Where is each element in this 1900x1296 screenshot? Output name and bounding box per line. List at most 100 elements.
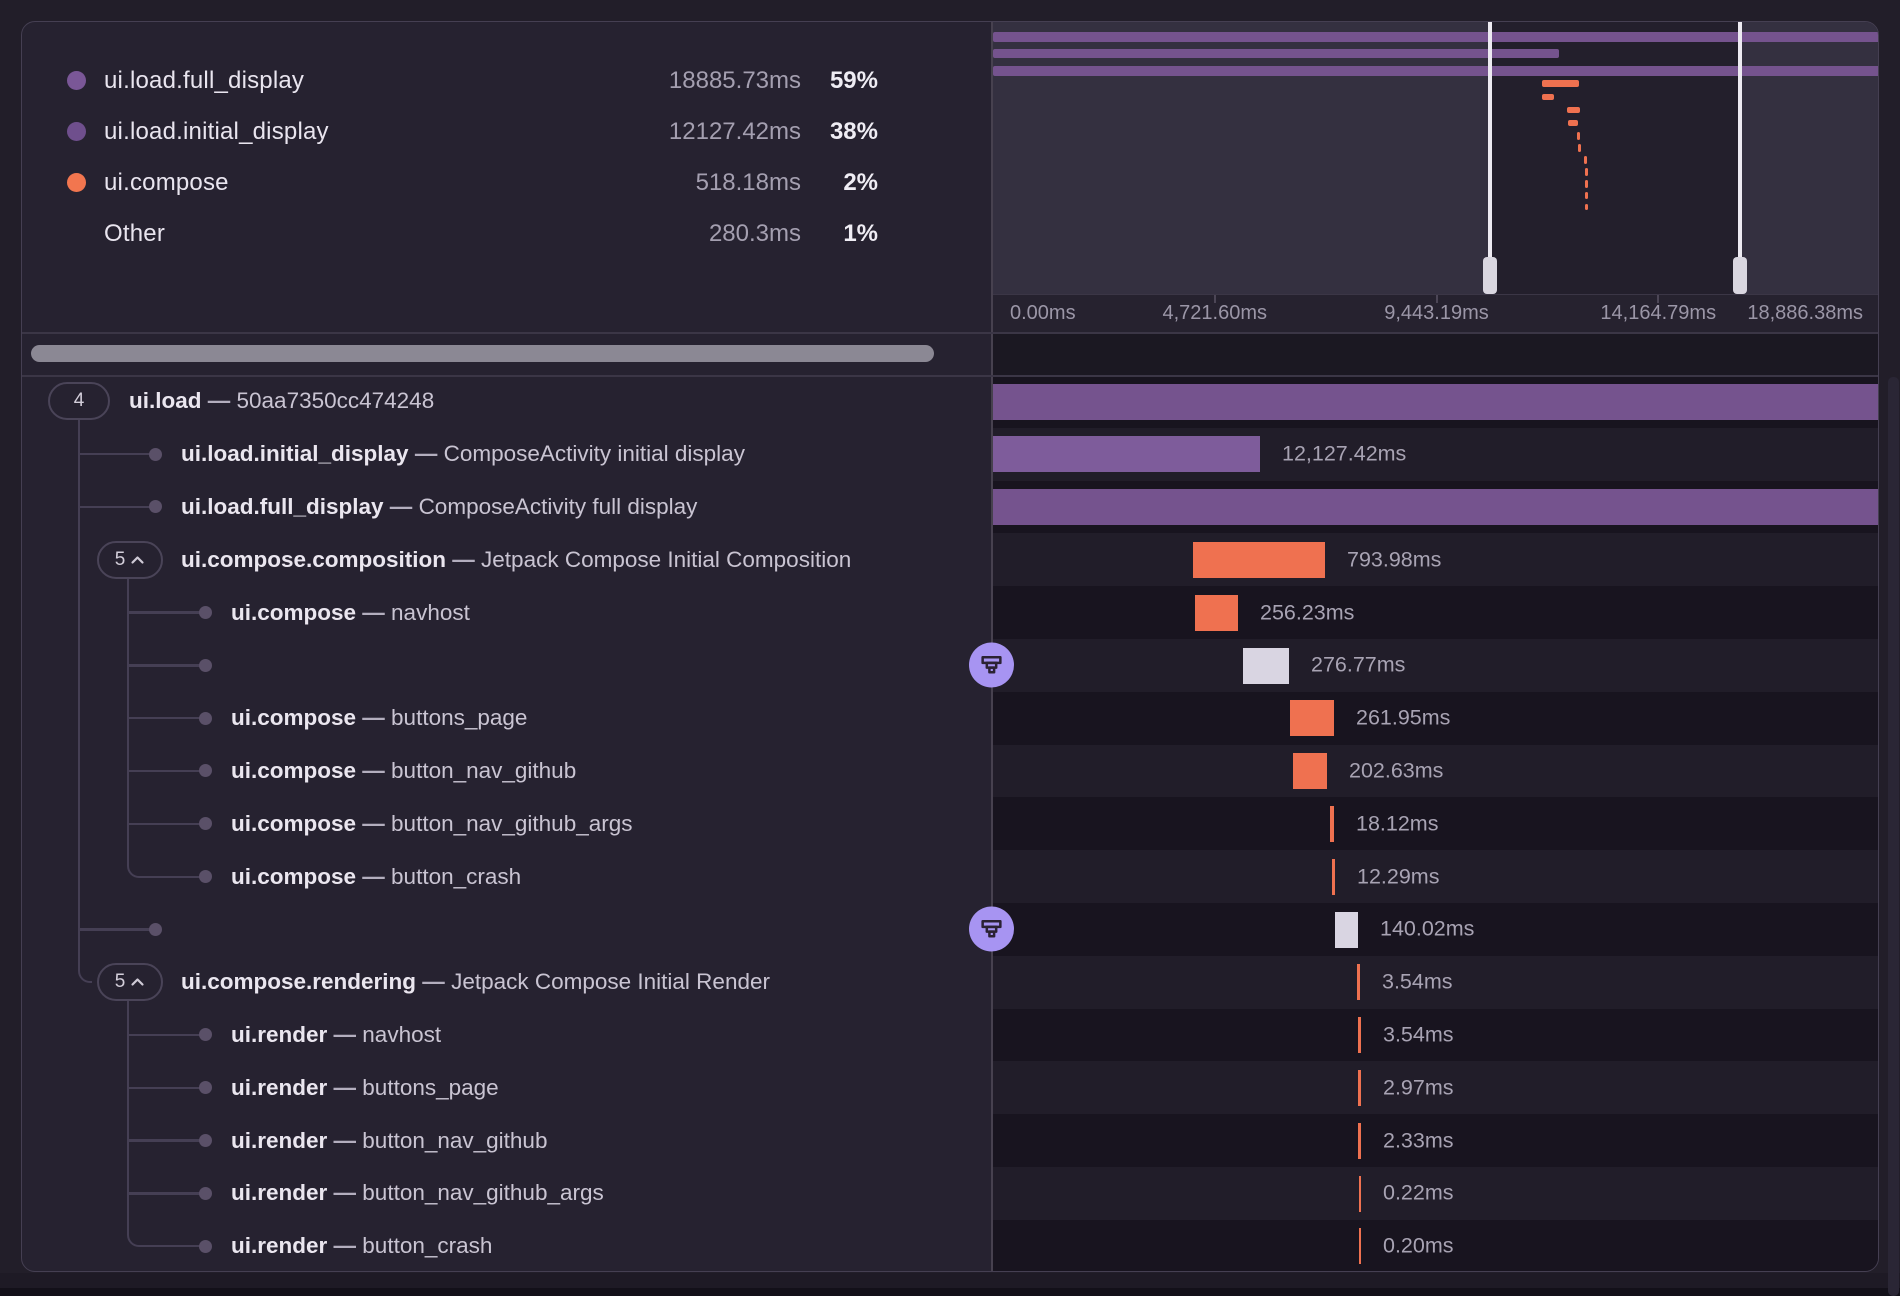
span-duration-bar[interactable] [1193, 542, 1325, 578]
gantt-row[interactable]: 2.97ms [993, 1061, 1879, 1114]
span-duration-bar[interactable] [1358, 1123, 1361, 1159]
gantt-row[interactable]: 0.22ms [993, 1167, 1879, 1220]
horizontal-scrollbar-track [22, 332, 991, 375]
legend-row: Other280.3ms1% [22, 214, 991, 254]
span-op: ui.render [231, 1233, 327, 1258]
span-duration-bar[interactable] [1358, 1017, 1361, 1053]
span-description: ComposeActivity full display [419, 494, 698, 519]
span-duration-bar[interactable] [993, 384, 1879, 420]
span-description: button_nav_github_args [362, 1180, 603, 1205]
span-label: ui.compose — buttons_page [231, 705, 527, 731]
gantt-row[interactable] [993, 481, 1879, 534]
label-separator: — [356, 811, 391, 836]
tree-row-profile[interactable] [22, 903, 991, 956]
horizontal-scrollbar-thumb[interactable] [31, 345, 934, 362]
span-duration-label: 261.95ms [1356, 706, 1450, 731]
span-duration-bar[interactable] [993, 436, 1260, 472]
minimap-viewport-region[interactable] [1490, 22, 1740, 294]
gantt-row[interactable]: 18.12ms [993, 797, 1879, 850]
minimap-span-bar [1578, 144, 1581, 152]
legend-item-name: ui.load.initial_display [104, 118, 329, 146]
legend-row: ui.load.full_display18885.73ms59% [22, 61, 991, 101]
legend-item-percent: 2% [788, 169, 878, 197]
collapse-children-pill[interactable]: 5 [97, 541, 163, 579]
span-duration-bar[interactable] [1243, 648, 1289, 684]
gantt-row[interactable]: 2.33ms [993, 1114, 1879, 1167]
tree-connector-curve [127, 1234, 201, 1247]
trace-minimap[interactable] [993, 22, 1879, 294]
section-divider-line [22, 332, 1878, 334]
gantt-row[interactable]: 3.54ms [993, 956, 1879, 1009]
axis-tick-label: 4,721.60ms [1162, 302, 1267, 325]
span-duration-bar[interactable] [1293, 753, 1327, 789]
label-separator: — [356, 705, 391, 730]
expand-children-pill[interactable]: 4 [48, 382, 110, 420]
gantt-row[interactable]: 0.20ms [993, 1220, 1879, 1272]
minimap-span-bar [1585, 168, 1588, 176]
minimap-handle-grip[interactable] [1733, 257, 1747, 294]
tree-row-ui.load.initial_display[interactable]: ui.load.initial_display — ComposeActivit… [22, 428, 991, 481]
profile-badge[interactable] [969, 907, 1014, 952]
span-label: ui.load.full_display — ComposeActivity f… [181, 494, 697, 520]
span-op: ui.compose.rendering [181, 969, 416, 994]
gantt-row[interactable]: 12,127.42ms [993, 428, 1879, 481]
gantt-row[interactable]: 202.63ms [993, 745, 1879, 798]
span-duration-bar[interactable] [1357, 964, 1360, 1000]
span-duration-bar[interactable] [1332, 859, 1335, 895]
legend-item-percent: 38% [788, 118, 878, 146]
gantt-column: 0.00ms4,721.60ms9,443.19ms14,164.79ms18,… [993, 22, 1879, 1271]
gantt-row[interactable] [993, 375, 1879, 428]
label-separator: — [416, 969, 451, 994]
gantt-row[interactable]: 276.77ms [993, 639, 1879, 692]
span-description: button_nav_github [391, 758, 576, 783]
tree-row-ui.load.full_display[interactable]: ui.load.full_display — ComposeActivity f… [22, 481, 991, 534]
pill-count: 4 [74, 390, 85, 412]
span-op: ui.compose [231, 864, 356, 889]
tree-row-ui.compose.composition[interactable]: 5ui.compose.composition — Jetpack Compos… [22, 533, 991, 586]
tree-row-ui.compose.rendering[interactable]: 5 ui.compose.rendering — Jetpack Compose … [22, 956, 991, 1009]
legend-item-name: Other [104, 220, 165, 248]
span-op: ui.compose [231, 600, 356, 625]
span-duration-bar[interactable] [1330, 806, 1334, 842]
minimap-handle-line[interactable] [1738, 22, 1742, 294]
gantt-row[interactable]: 3.54ms [993, 1009, 1879, 1062]
axis-tick-label: 18,886.38ms [1747, 302, 1863, 325]
span-duration-bar[interactable] [1290, 700, 1334, 736]
gantt-row[interactable]: 140.02ms [993, 903, 1879, 956]
label-separator: — [327, 1233, 362, 1258]
span-duration-label: 18.12ms [1356, 811, 1438, 836]
span-op: ui.load.full_display [181, 494, 384, 519]
legend-item-name: ui.compose [104, 169, 229, 197]
gantt-row[interactable]: 256.23ms [993, 586, 1879, 639]
profile-flamegraph-icon [979, 917, 1004, 942]
span-duration-bar[interactable] [1195, 595, 1238, 631]
collapse-children-pill[interactable]: 5 [97, 963, 163, 1001]
gantt-row[interactable]: 261.95ms [993, 692, 1879, 745]
span-duration-label: 12.29ms [1357, 864, 1439, 889]
span-duration-bar[interactable] [1335, 912, 1358, 948]
vertical-scrollbar-track[interactable] [1888, 377, 1899, 1296]
tree-node-dot [199, 1240, 212, 1253]
span-duration-bar[interactable] [1359, 1228, 1361, 1264]
span-duration-bar[interactable] [1359, 1176, 1361, 1212]
axis-tick-label: 9,443.19ms [1384, 302, 1489, 325]
span-tree-column: ui.load.full_display18885.73ms59%ui.load… [22, 22, 991, 1271]
minimap-handle-line[interactable] [1488, 22, 1492, 294]
legend-item-percent: 1% [788, 220, 878, 248]
minimap-span-bar [1585, 180, 1588, 188]
span-label: ui.compose.rendering — Jetpack Compose I… [181, 969, 770, 995]
header-divider-line [22, 375, 1878, 377]
minimap-span-bar [1584, 156, 1587, 164]
tree-node-dot [149, 500, 162, 513]
gantt-row[interactable]: 793.98ms [993, 533, 1879, 586]
span-duration-bar[interactable] [1358, 1070, 1361, 1106]
profile-badge[interactable] [969, 643, 1014, 688]
legend-item-name: ui.load.full_display [104, 67, 304, 95]
tree-row-ui.load[interactable]: 4ui.load — 50aa7350cc474248 [22, 375, 991, 428]
minimap-handle-grip[interactable] [1483, 257, 1497, 294]
legend-item-duration: 518.18ms [696, 169, 801, 197]
gantt-row[interactable]: 12.29ms [993, 850, 1879, 903]
profile-flamegraph-icon [979, 653, 1004, 678]
span-duration-bar[interactable] [993, 489, 1879, 525]
span-label: ui.compose — navhost [231, 600, 470, 626]
